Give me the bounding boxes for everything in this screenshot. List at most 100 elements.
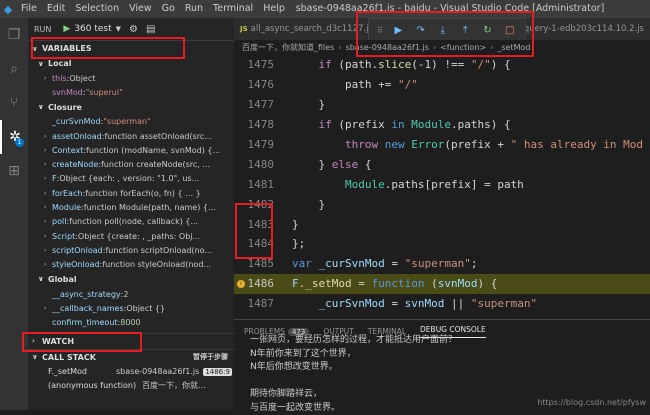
breadcrumb-file[interactable]: sbase-0948aa26f1.js [346,43,429,52]
line-number: 1487 [234,297,280,310]
chevron-right-icon: › [44,247,52,254]
code-line[interactable]: 1482 } [234,194,650,214]
console-line [250,375,650,389]
variable-row[interactable]: svnMod: "superui" [28,85,234,99]
code-line[interactable]: 1485var _curSvnMod = "superman"; [234,254,650,274]
debug-toolbar: ⠿ ▶ ↷ ⤓ ⤒ ↻ □ [368,18,526,42]
variables-header[interactable]: ∨VARIABLES [28,40,234,56]
drag-handle-icon[interactable]: ⠿ [377,26,383,35]
variable-row[interactable]: __async_strategy: 2 [28,287,234,301]
frame-line: 1486:9 [203,368,232,376]
variable-name: Script [52,232,75,241]
scope-local[interactable]: ∨Local [28,56,234,71]
variable-row[interactable]: ›this: Object [28,71,234,85]
breakpoint-paused-icon[interactable]: › [237,280,245,288]
line-number: 1484 [234,237,280,250]
search-icon[interactable]: ⌕ [0,52,28,86]
extensions-icon[interactable]: ⊞ [0,154,28,188]
start-debugging-icon[interactable]: ▶ [63,24,70,34]
variable-row[interactable]: ›F: Object {each: , version: "1.0", us..… [28,172,234,186]
variable-value: function (modName, svnMod) {... [86,146,220,155]
chevron-right-icon: › [32,337,42,345]
code-text: } else { [280,158,372,171]
restart-icon[interactable]: ↻ [480,23,494,37]
code-line[interactable]: 1483} [234,214,650,234]
continue-icon[interactable]: ▶ [391,23,405,37]
code-line[interactable]: 1477 } [234,95,650,115]
code-line[interactable]: 1478 if (prefix in Module.paths) { [234,115,650,135]
code-line[interactable]: ›1486F._setMod = function (svnMod) { [234,274,650,294]
chevron-down-icon[interactable]: ▼ [116,25,121,33]
menu-help[interactable]: Help [258,0,290,18]
menu-selection[interactable]: Selection [70,0,124,18]
variable-row[interactable]: ›Context: function (modName, svnMod) {..… [28,143,234,157]
code-line[interactable]: 1481 Module.paths[prefix] = path [234,174,650,194]
watermark: https://blog.csdn.net/pfysw [537,398,646,407]
code-line[interactable]: 1487 _curSvnMod = svnMod || "superman" [234,294,650,314]
explorer-icon[interactable]: ❐ [0,18,28,52]
code-text: if (prefix in Module.paths) { [280,118,511,131]
variable-row[interactable]: confirm_timeout: 8000 [28,315,234,329]
tab-all-async-search[interactable]: JSall_async_search_d3c1127.js [234,18,379,40]
variable-name: _curSvnMod [52,117,101,126]
line-number: 1476 [234,78,280,91]
code-line[interactable]: 1480 } else { [234,154,650,174]
chevron-right-icon: › [433,43,436,52]
variable-value: Object [69,74,95,83]
chevron-down-icon: ∨ [32,45,42,53]
variable-row[interactable]: ›scriptOnload: function scriptOnload(no.… [28,243,234,257]
variable-name: styleOnload [52,260,100,269]
run-debug-icon[interactable]: ✲1 [0,120,28,154]
variable-name: createNode [52,160,98,169]
code-text: F._setMod = function (svnMod) { [280,277,497,290]
breadcrumb-symbol[interactable]: _setMod [497,43,530,52]
chevron-right-icon: › [44,175,52,182]
variable-row[interactable]: ›assetOnload: function assetOnload(src..… [28,129,234,143]
breadcrumb-folder[interactable]: 百度一下，你就知道_files [242,42,334,53]
menu-edit[interactable]: Edit [42,0,70,18]
gear-icon[interactable]: ⚙ [129,24,138,35]
code-line[interactable]: 1484}; [234,234,650,254]
menu-bar: File Edit Selection View Go Run Terminal… [16,0,290,18]
stop-icon[interactable]: □ [503,23,517,37]
code-line[interactable]: 1479 throw new Error(prefix + " has alre… [234,135,650,155]
breadcrumb: 百度一下，你就知道_files› sbase-0948aa26f1.js› <f… [234,40,650,55]
variable-name: this [52,74,67,83]
variable-row[interactable]: ›createNode: function createNode(src, ..… [28,157,234,171]
tab-jquery[interactable]: JSjquery-1-edb203c114.10.2.js [505,18,650,40]
source-control-icon[interactable]: ⑂ [0,86,28,120]
menu-file[interactable]: File [16,0,42,18]
menu-go[interactable]: Go [157,0,180,18]
variable-name: confirm_timeout [52,318,118,327]
chevron-right-icon: › [44,233,52,240]
code-line[interactable]: 1475 if (path.slice(-1) !== "/") { [234,55,650,75]
breadcrumb-function[interactable]: <function> [440,43,486,52]
step-over-icon[interactable]: ↷ [414,23,428,37]
call-stack-header[interactable]: ∨CALL STACK暂停于步骤 [28,349,234,365]
debug-console-icon[interactable]: ▤ [146,24,155,35]
step-out-icon[interactable]: ⤒ [458,23,472,37]
frame-function: (anonymous function) [48,381,136,390]
stack-frame[interactable]: (anonymous function) 百度一下，你就... [28,379,234,393]
chevron-right-icon: › [44,147,52,154]
chevron-down-icon: ∨ [38,60,48,68]
scope-closure[interactable]: ∨Closure [28,100,234,115]
variable-row[interactable]: _curSvnMod: "superman" [28,115,234,129]
code-editor[interactable]: 1475 if (path.slice(-1) !== "/") {1476 p… [234,55,650,319]
code-line[interactable]: 1476 path += "/" [234,75,650,95]
menu-run[interactable]: Run [180,0,208,18]
code-text: var _curSvnMod = "superman"; [280,257,477,270]
stack-frame[interactable]: F._setMod sbase-0948aa26f1.js 1486:9 [28,365,234,379]
menu-view[interactable]: View [124,0,157,18]
launch-config-select[interactable]: 360 test [74,24,111,34]
scope-global[interactable]: ∨Global [28,272,234,287]
variable-row[interactable]: ›Script: Object {create: , _paths: Obj..… [28,229,234,243]
variable-row[interactable]: ›styleOnload: function styleOnload(nod..… [28,258,234,272]
menu-terminal[interactable]: Terminal [208,0,258,18]
step-into-icon[interactable]: ⤓ [436,23,450,37]
variable-row[interactable]: ›Module: function Module(path, name) {..… [28,200,234,214]
variable-row[interactable]: ›__callback_names: Object {} [28,301,234,315]
variable-row[interactable]: ›forEach: function forEach(o, fn) { … } [28,186,234,200]
variable-row[interactable]: ›poll: function poll(node, callback) {..… [28,215,234,229]
watch-header[interactable]: ›WATCH [28,333,234,349]
